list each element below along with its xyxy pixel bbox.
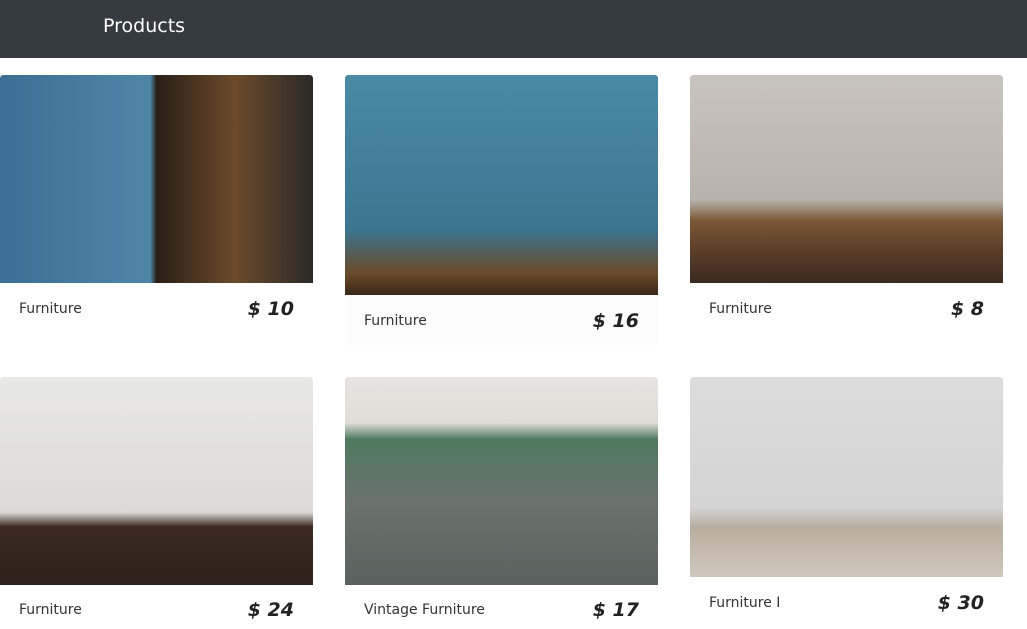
product-price: $ 17 xyxy=(592,599,639,621)
product-price: $ 10 xyxy=(247,298,294,320)
product-price: $ 30 xyxy=(937,592,984,614)
product-name: Vintage Furniture xyxy=(364,602,485,618)
product-image[interactable] xyxy=(345,377,658,585)
page-title: Products xyxy=(103,15,186,37)
product-card[interactable]: Furniture $ 10 xyxy=(0,75,313,345)
navbar: Products xyxy=(0,0,1027,58)
product-image[interactable] xyxy=(690,75,1003,283)
product-name: Furniture I xyxy=(709,595,781,611)
product-image[interactable] xyxy=(690,377,1003,577)
product-price: $ 16 xyxy=(592,310,639,332)
product-name: Furniture xyxy=(19,602,82,618)
product-name: Furniture xyxy=(709,301,772,317)
product-name: Furniture xyxy=(19,301,82,317)
product-image[interactable] xyxy=(0,377,313,585)
product-card[interactable]: Vintage Furniture $ 17 xyxy=(345,377,658,629)
product-card[interactable]: Furniture $ 16 xyxy=(345,75,658,345)
product-price: $ 8 xyxy=(950,298,984,320)
product-price: $ 24 xyxy=(247,599,294,621)
product-name: Furniture xyxy=(364,313,427,329)
product-image[interactable] xyxy=(345,75,658,295)
product-image[interactable] xyxy=(0,75,313,283)
product-card[interactable]: Furniture $ 24 xyxy=(0,377,313,629)
product-card[interactable]: Furniture I $ 30 xyxy=(690,377,1003,629)
product-card[interactable]: Furniture $ 8 xyxy=(690,75,1003,345)
